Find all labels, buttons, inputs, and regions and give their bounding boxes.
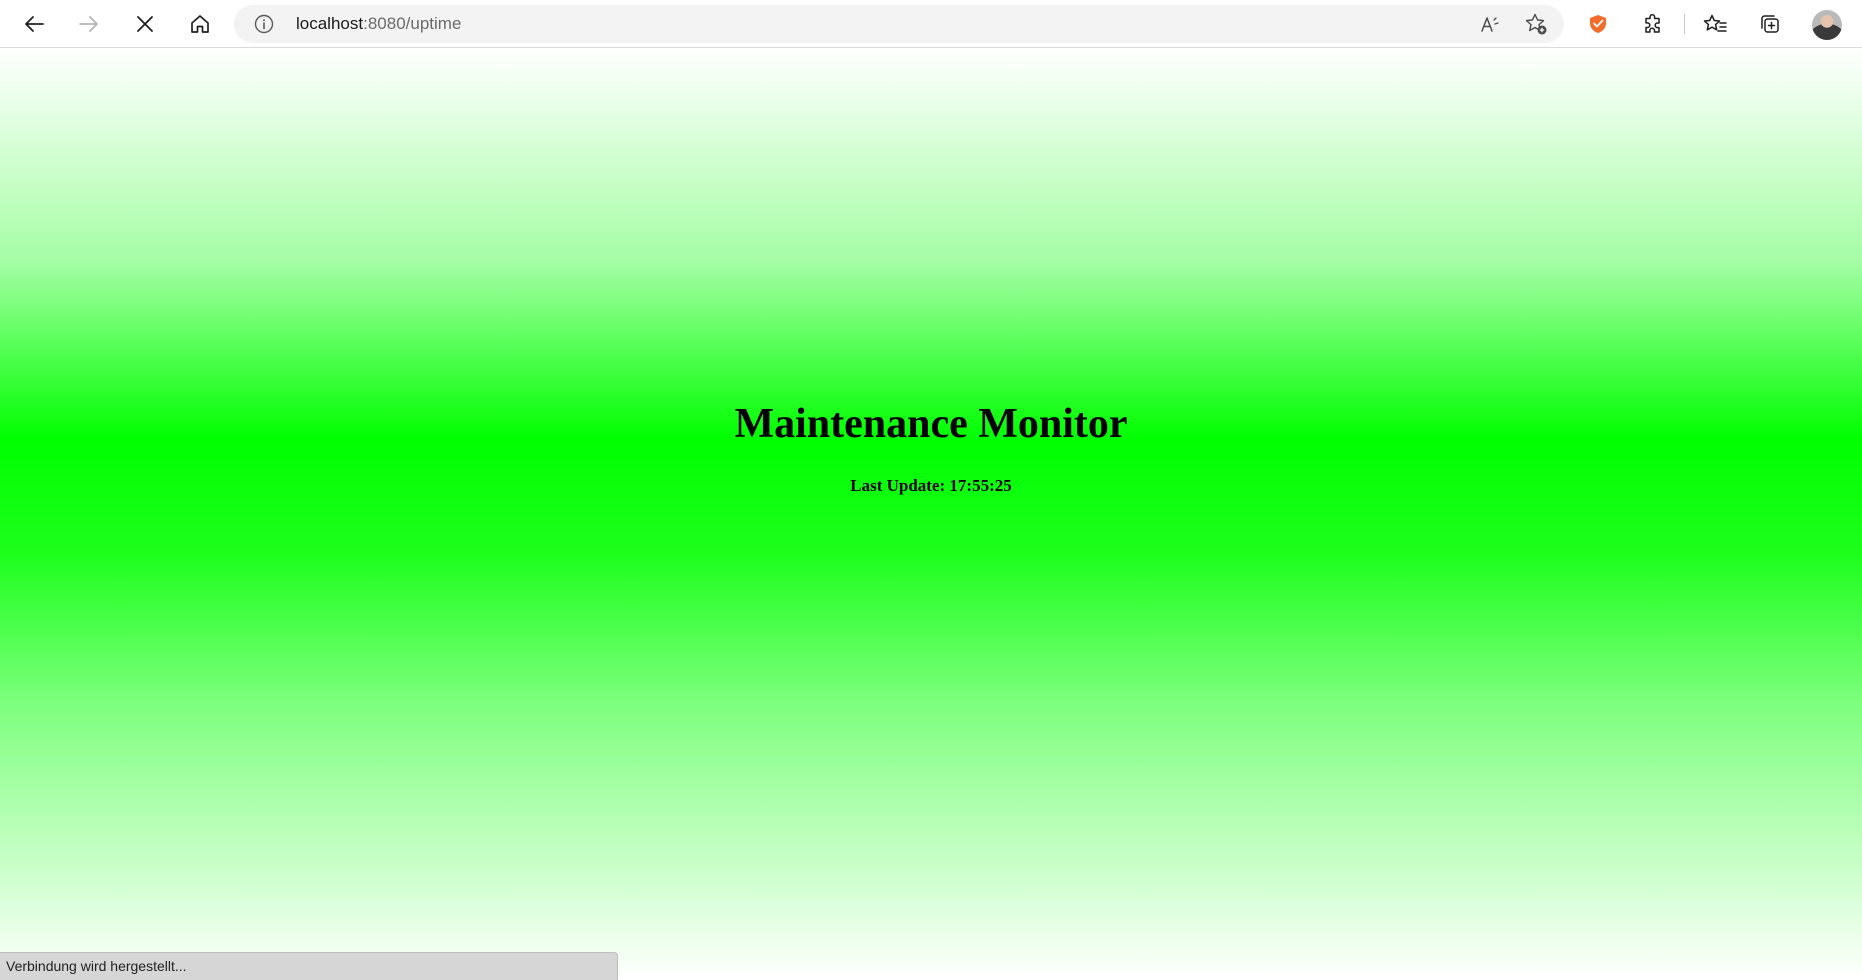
last-update-text: Last Update: 17:55:25 — [850, 476, 1012, 495]
shield-extension-button[interactable] — [1580, 6, 1616, 42]
address-bar[interactable]: localhost:8080/uptime — [234, 5, 1564, 43]
arrow-right-icon — [79, 16, 98, 32]
url-path: :8080/uptime — [363, 14, 462, 33]
read-aloud-button[interactable] — [1478, 12, 1502, 36]
home-button[interactable] — [182, 6, 218, 42]
browser-toolbar: localhost:8080/uptime — [0, 0, 1862, 48]
arrow-left-icon — [25, 16, 44, 32]
star-add-icon — [1525, 13, 1547, 35]
page-content: Maintenance Monitor Last Update: 17:55:2… — [0, 49, 1862, 980]
collections-icon — [1761, 15, 1779, 33]
favorites-icon — [1703, 14, 1727, 32]
puzzle-icon — [1645, 13, 1660, 33]
collections-button[interactable] — [1752, 6, 1788, 42]
stop-button[interactable] — [127, 6, 163, 42]
toolbar-divider — [1684, 14, 1685, 34]
shield-icon — [1590, 15, 1606, 33]
close-icon — [137, 16, 153, 32]
forward-button[interactable] — [71, 6, 107, 42]
extensions-button[interactable] — [1635, 6, 1671, 42]
home-icon — [191, 15, 209, 33]
avatar[interactable] — [1812, 10, 1842, 40]
url-text[interactable]: localhost:8080/uptime — [296, 14, 461, 34]
status-bar: Verbindung wird hergestellt... — [0, 952, 618, 980]
info-icon[interactable] — [254, 14, 274, 34]
back-button[interactable] — [16, 6, 52, 42]
url-host: localhost — [296, 14, 364, 33]
page-title: Maintenance Monitor — [734, 401, 1128, 447]
favorites-button[interactable] — [1697, 6, 1733, 42]
add-favorite-button[interactable] — [1524, 12, 1548, 36]
read-aloud-icon — [1481, 17, 1499, 32]
